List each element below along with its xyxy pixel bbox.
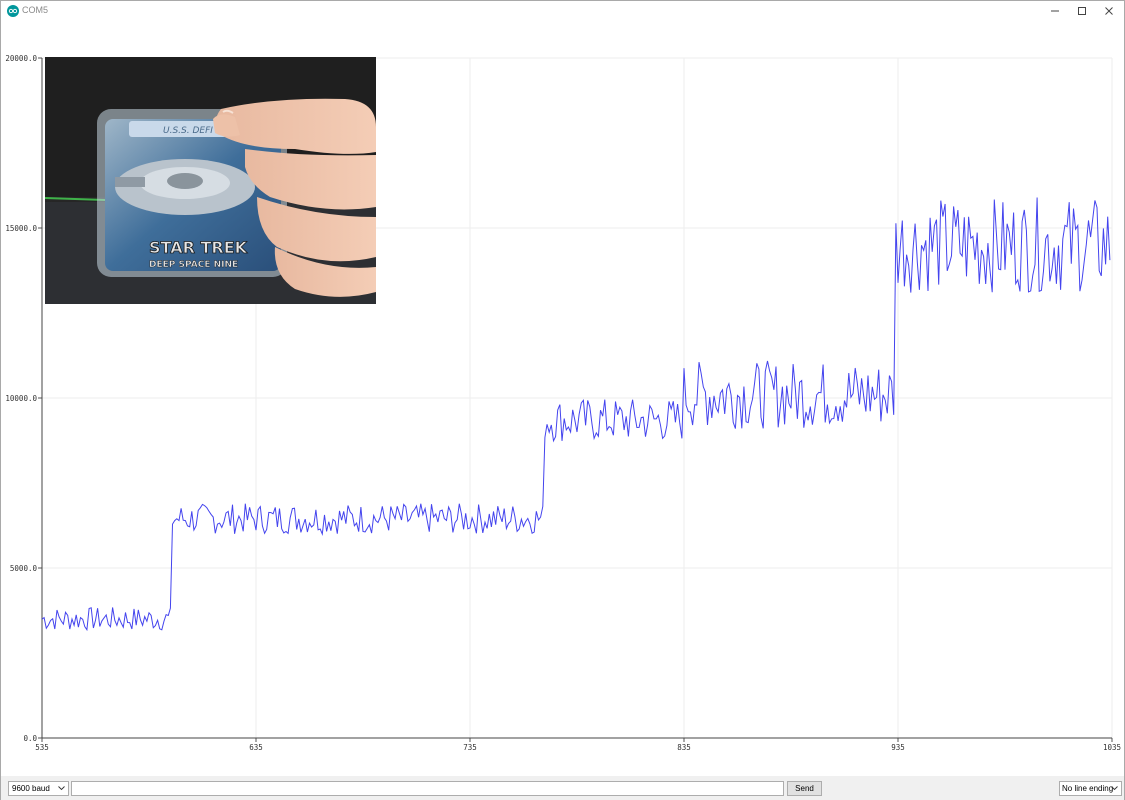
maximize-icon [1077,7,1086,15]
x-tick-label: 735 [463,743,477,752]
y-tick-label: 0.0 [23,734,37,743]
arduino-icon [7,5,19,17]
plot-area: 535 635 735 835 935 1035 0.0 5000.0 10000.0 15000… [1,21,1124,776]
serial-message-input[interactable] [71,781,784,796]
bottom-toolbar: 9600 baud Send No line ending [1,776,1124,800]
serial-plotter-window: COM5 535 635 735 835 935 1035 0.0 5000.0 10000.0… [0,0,1125,800]
x-tick-label: 835 [677,743,691,752]
title-bar: COM5 [1,1,1124,21]
x-tick-label: 935 [891,743,905,752]
window-title: COM5 [22,5,49,15]
close-icon [1104,7,1113,15]
minimize-button[interactable] [1041,1,1068,21]
y-tick-label: 10000.0 [5,394,37,403]
chevron-down-icon [1111,786,1118,791]
maximize-button[interactable] [1068,1,1095,21]
star-trek-card-photo: U.S.S. DEFI STAR TREK DEEP SPACE NINE [45,57,376,304]
x-tick-label: 1035 [1103,743,1121,752]
inset-photo: U.S.S. DEFI STAR TREK DEEP SPACE NINE [45,57,376,304]
x-tick-label: 635 [249,743,263,752]
svg-text:DEEP SPACE NINE: DEEP SPACE NINE [149,260,238,270]
close-button[interactable] [1095,1,1122,21]
svg-text:STAR TREK: STAR TREK [149,238,248,257]
y-tick-label: 15000.0 [5,224,37,233]
y-tick-label: 5000.0 [10,564,38,573]
svg-text:U.S.S. DEFI: U.S.S. DEFI [163,126,213,136]
minimize-icon [1050,10,1059,12]
line-ending-value: No line ending [1062,784,1114,793]
x-tick-label: 535 [35,743,49,752]
baud-rate-value: 9600 baud [12,784,50,793]
send-button[interactable]: Send [787,781,822,796]
baud-rate-select[interactable]: 9600 baud [8,781,69,796]
y-tick-label: 20000.0 [5,54,37,63]
chevron-down-icon [58,786,65,791]
line-ending-select[interactable]: No line ending [1059,781,1122,796]
